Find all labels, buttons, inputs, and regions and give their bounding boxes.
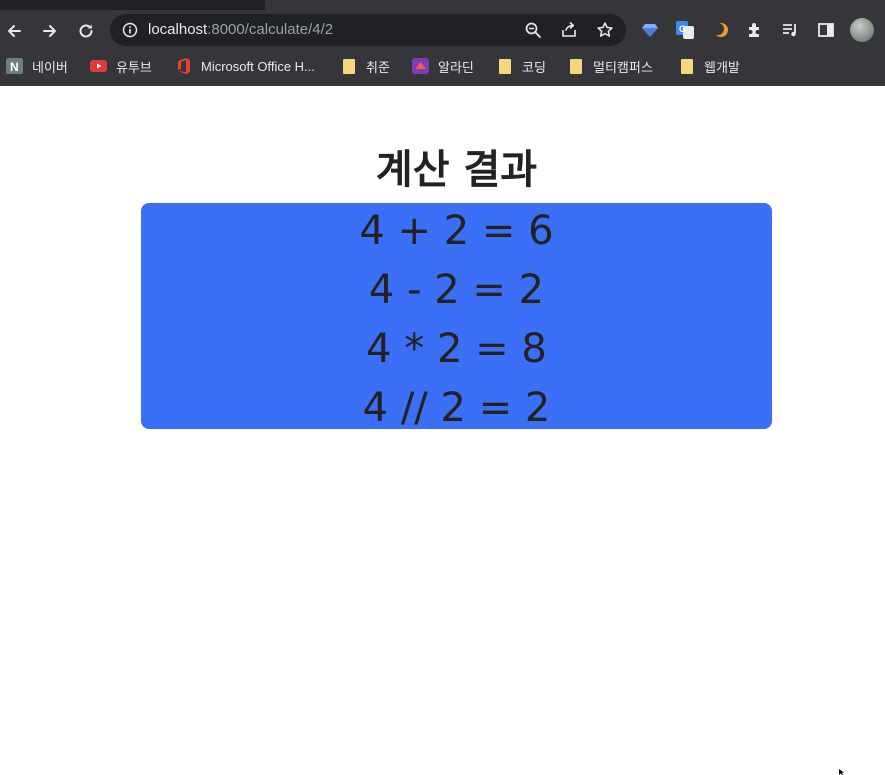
bookmark-label: Microsoft Office H... [201,58,315,74]
browser-toolbar: localhost:8000/calculate/4/2 G [0,10,885,52]
bookmarks-bar: N 네이버 유투브 Microsoft Office H... 취준 알라딘 코… [0,52,885,86]
result-box: 4 + 2 = 6 4 - 2 = 2 4 * 2 = 8 4 // 2 = 2 [141,203,772,431]
translate-icon: G [676,21,694,39]
folder-icon [570,58,582,74]
gem-icon [642,24,658,37]
bookmark-folder-jobs[interactable]: 취준 [343,52,390,80]
naver-icon: N [6,58,23,74]
share-icon[interactable] [560,21,578,39]
svg-text:N: N [10,60,19,74]
bookmark-label: 네이버 [32,59,68,75]
arrow-left-icon [8,25,21,37]
puzzle-icon [749,23,759,37]
extensions-button[interactable] [744,19,766,41]
bookmark-folder-coding[interactable]: 코딩 [499,52,546,80]
side-panel-button[interactable] [815,19,837,41]
extension-crescent-icon[interactable] [710,19,732,41]
youtube-icon [90,60,107,72]
folder-icon [343,58,355,74]
profile-avatar[interactable] [850,18,874,42]
bookmark-aladin[interactable]: 알라딘 [412,52,474,80]
folder-icon [681,58,693,74]
office-icon [178,58,190,74]
result-floor-division: 4 // 2 = 2 [362,385,551,431]
bookmark-naver[interactable]: N 네이버 [6,52,68,80]
page-title: 계산 결과 [375,147,538,193]
result-addition: 4 + 2 = 6 [359,208,554,254]
svg-text:G: G [679,24,686,34]
bookmark-star-icon[interactable] [596,21,614,39]
folder-icon [499,58,511,74]
bookmark-label: 코딩 [522,59,546,75]
bookmark-label: 멀티캠퍼스 [593,59,653,75]
url-path: :8000/calculate/4/2 [207,21,334,38]
aladin-icon [412,58,429,74]
bookmark-office[interactable]: Microsoft Office H... [175,52,315,80]
forward-button[interactable] [37,18,63,44]
playlist-music-icon [783,24,796,37]
bookmark-folder-webdev[interactable]: 웹개발 [681,52,740,80]
bookmark-label: 웹개발 [704,59,740,75]
bookmark-label: 알라딘 [438,59,474,75]
url-host: localhost [148,21,208,38]
extension-translate-icon[interactable]: G [674,19,696,41]
bookmark-folder-multicampus[interactable]: 멀티캠퍼스 [570,52,653,80]
reload-button[interactable] [73,18,99,44]
address-bar[interactable]: localhost:8000/calculate/4/2 [110,14,626,46]
bookmark-label: 유투브 [116,59,152,75]
side-panel-icon [818,23,834,37]
crescent-icon [712,23,728,37]
info-icon[interactable] [122,22,138,38]
mouse-cursor-icon [839,769,844,775]
bookmark-youtube[interactable]: 유투브 [90,52,152,80]
zoom-icon[interactable] [524,21,542,39]
result-subtraction: 4 - 2 = 2 [368,267,545,313]
bookmark-label: 취준 [366,59,390,75]
back-button[interactable] [1,18,27,44]
url-text[interactable]: localhost:8000/calculate/4/2 [148,20,333,40]
reload-icon [79,24,93,38]
extension-gem-icon[interactable] [639,19,661,41]
arrow-right-icon [43,25,56,37]
media-control-button[interactable] [779,19,801,41]
result-multiplication: 4 * 2 = 8 [366,326,547,372]
tab-strip[interactable] [265,0,885,10]
